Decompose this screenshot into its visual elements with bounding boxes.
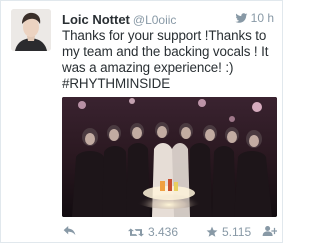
tweet-text: Thanks for your support !Thanks to my te… — [62, 28, 269, 91]
tweet-meta: 10 h — [235, 11, 274, 25]
tweet-photo[interactable] — [62, 97, 277, 217]
favorite-count: 5.115 — [222, 225, 252, 239]
tweet-header: Loic Nottet @L0oiic 10 h — [62, 11, 274, 29]
avatar[interactable] — [11, 9, 51, 51]
retweet-icon — [128, 228, 144, 236]
twitter-bird-icon — [235, 12, 248, 23]
retweet-button[interactable]: 3.436 — [128, 225, 178, 239]
tweet-card: Loic Nottet @L0oiic 10 h Thanks for your … — [0, 0, 283, 243]
follow-button[interactable] — [262, 225, 277, 237]
add-user-icon — [262, 226, 277, 236]
tweet-time[interactable]: 10 h — [251, 11, 274, 25]
photo-image — [62, 97, 277, 217]
avatar-image — [11, 9, 51, 51]
author-handle[interactable]: @L0oiic — [133, 13, 177, 27]
retweet-count: 3.436 — [148, 225, 179, 239]
star-icon — [206, 226, 218, 237]
favorite-button[interactable]: 5.115 — [206, 225, 251, 239]
author-name[interactable]: Loic Nottet — [62, 12, 130, 27]
reply-button[interactable] — [63, 225, 76, 236]
reply-icon — [63, 225, 76, 236]
tweet-actions: 3.436 5.115 — [1, 225, 282, 241]
